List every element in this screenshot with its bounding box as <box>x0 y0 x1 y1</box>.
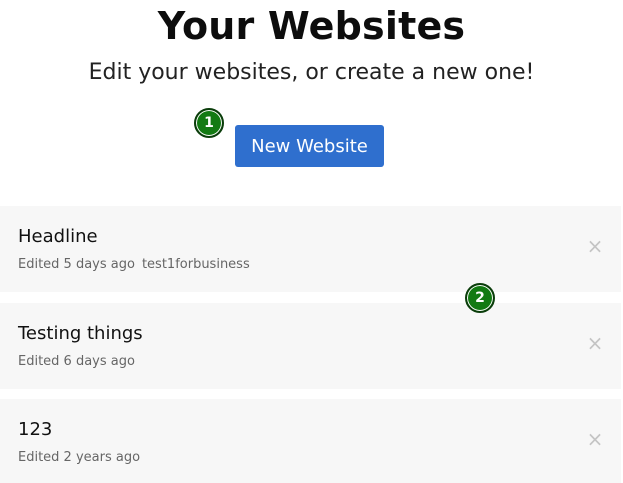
annotation-marker-2: 2 <box>465 283 495 313</box>
edited-time: Edited 2 years ago <box>18 450 141 465</box>
page-title: Your Websites <box>157 4 466 48</box>
edited-time: Edited 6 days ago <box>18 354 135 369</box>
annotation-marker-1: 1 <box>194 108 224 138</box>
website-name[interactable]: Headline <box>18 226 98 247</box>
website-meta: Edited 2 years ago <box>18 450 140 465</box>
close-icon[interactable]: × <box>585 427 605 451</box>
websites-page: Your Websites Edit your websites, or cre… <box>0 0 623 483</box>
website-meta: Edited 5 days ago test1forbusiness <box>18 257 250 272</box>
website-owner: test1forbusiness <box>141 257 250 272</box>
new-website-button[interactable]: New Website <box>235 125 384 167</box>
close-icon[interactable]: × <box>585 331 605 355</box>
website-card[interactable]: Testing things Edited 6 days ago × <box>0 303 621 389</box>
website-card[interactable]: 123 Edited 2 years ago × <box>0 399 621 483</box>
website-meta: Edited 6 days ago <box>18 354 135 369</box>
website-name[interactable]: Testing things <box>18 323 143 344</box>
website-card[interactable]: Headline Edited 5 days ago test1forbusine… <box>0 206 621 292</box>
website-name[interactable]: 123 <box>18 419 52 440</box>
close-icon[interactable]: × <box>585 234 605 258</box>
page-subtitle: Edit your websites, or create a new one! <box>88 60 535 85</box>
edited-time: Edited 5 days ago <box>18 257 135 272</box>
